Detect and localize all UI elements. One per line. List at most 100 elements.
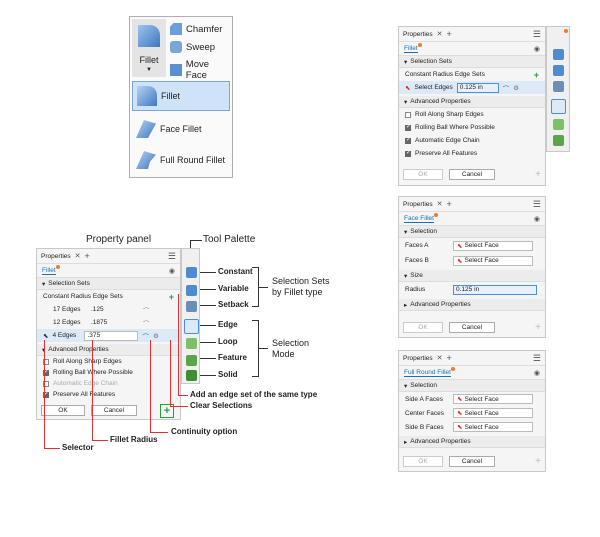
edge-set-value[interactable]: .125: [91, 306, 139, 313]
checkbox[interactable]: [405, 123, 411, 131]
close-icon[interactable]: ✕: [437, 200, 443, 208]
center-row[interactable]: Center Faces ⬉ Select Face: [399, 406, 545, 420]
constant-icon[interactable]: [553, 49, 564, 60]
side-a-row[interactable]: Side A Faces ⬉ Select Face: [399, 392, 545, 406]
apply-plus-icon[interactable]: +: [535, 322, 541, 333]
continuity-icon[interactable]: ⌒: [143, 318, 150, 328]
feature-mode-icon[interactable]: [553, 135, 564, 146]
loop-mode-icon[interactable]: [186, 338, 197, 349]
eye-icon[interactable]: ◉: [169, 267, 175, 275]
menu-item-face-fillet[interactable]: Face Fillet: [132, 116, 230, 142]
menu-icon[interactable]: ☰: [533, 29, 541, 39]
select-face-field[interactable]: ⬉ Select Face: [453, 394, 533, 404]
cancel-button[interactable]: Cancel: [449, 456, 495, 467]
cancel-button[interactable]: Cancel: [449, 322, 495, 333]
cancel-button[interactable]: Cancel: [91, 405, 137, 416]
fillet-ribbon-button[interactable]: Fillet ▼: [132, 19, 166, 77]
section-header-size[interactable]: ▾ Size: [399, 270, 545, 282]
command-tab[interactable]: Full Round Fillet ◉: [399, 366, 545, 380]
solid-mode-icon[interactable]: [186, 370, 197, 381]
section-header-selection[interactable]: ▾ Selection: [399, 226, 545, 238]
eye-icon[interactable]: ◉: [534, 45, 540, 53]
edge-set-value[interactable]: .1875: [91, 319, 139, 326]
add-set-icon[interactable]: +: [169, 292, 174, 302]
menu-icon[interactable]: ☰: [168, 251, 176, 261]
loop-mode-icon[interactable]: [553, 119, 564, 130]
ok-button[interactable]: OK: [403, 169, 443, 180]
chamfer-tool[interactable]: Chamfer: [170, 23, 222, 35]
add-tab-icon[interactable]: +: [85, 251, 90, 261]
menu-icon[interactable]: ☰: [533, 199, 541, 209]
select-face-field[interactable]: ⬉ Select Face: [453, 422, 533, 432]
checkbox-row[interactable]: Roll Along Sharp Edges: [399, 108, 545, 121]
selector-arrow-icon[interactable]: ⬉: [43, 332, 48, 340]
checkbox-row[interactable]: Rolling Ball Where Possible: [37, 367, 180, 378]
radius-field[interactable]: 0.125 in: [456, 82, 499, 93]
edge-set-row[interactable]: 17 Edges .125 ⌒: [37, 303, 180, 316]
close-icon[interactable]: ✕: [75, 252, 81, 260]
cancel-button[interactable]: Cancel: [449, 169, 495, 180]
command-tab[interactable]: Fillet ◉: [37, 264, 180, 278]
select-edges-row[interactable]: ⬉ Select Edges 0.125 in ⌒ ⚙: [399, 81, 545, 94]
section-header-selection-sets[interactable]: ▾ Selection Sets: [399, 56, 545, 68]
menu-icon[interactable]: ☰: [533, 353, 541, 363]
section-header-advanced[interactable]: ▾ Advanced Properties: [399, 96, 545, 108]
add-set-icon[interactable]: +: [534, 70, 539, 80]
feature-mode-icon[interactable]: [186, 355, 197, 366]
add-tab-icon[interactable]: +: [447, 29, 452, 39]
side-b-row[interactable]: Side B Faces ⬉ Select Face: [399, 420, 545, 434]
faces-a-row[interactable]: Faces A ⬉ Select Face: [399, 238, 545, 253]
select-face-field[interactable]: ⬉ Select Face: [453, 255, 533, 266]
continuity-icon[interactable]: ⌒: [142, 331, 149, 341]
variable-icon[interactable]: [186, 285, 197, 296]
checkbox-row[interactable]: Rolling Ball Where Possible: [399, 121, 545, 134]
edge-set-row-active[interactable]: ⬉ 4 Edges .375 ⌒ ⚙: [37, 329, 180, 342]
gear-icon[interactable]: ⚙: [153, 332, 159, 340]
checkbox-row[interactable]: Preserve All Features: [37, 389, 180, 400]
section-header-advanced[interactable]: ▸ Advanced Properties: [399, 299, 545, 311]
continuity-icon[interactable]: ⌒: [143, 305, 150, 315]
radius-field[interactable]: .375: [84, 330, 139, 341]
select-face-field[interactable]: ⬉ Select Face: [453, 240, 533, 251]
checkbox[interactable]: [405, 111, 411, 118]
checkbox-row[interactable]: Automatic Edge Chain: [399, 134, 545, 147]
select-face-field[interactable]: ⬉ Select Face: [453, 408, 533, 418]
menu-item-full-round-fillet[interactable]: Full Round Fillet: [132, 147, 230, 173]
edge-mode-icon[interactable]: [551, 99, 566, 114]
add-tab-icon[interactable]: +: [447, 199, 452, 209]
variable-icon[interactable]: [553, 65, 564, 76]
move-face-tool[interactable]: Move Face: [170, 59, 232, 81]
constant-icon[interactable]: [186, 267, 197, 278]
edge-set-row[interactable]: 12 Edges .1875 ⌒: [37, 316, 180, 329]
ok-button[interactable]: OK: [403, 456, 443, 467]
continuity-icon[interactable]: ⌒: [503, 83, 510, 93]
radius-row[interactable]: Radius 0.125 in: [399, 282, 545, 297]
menu-item-fillet[interactable]: Fillet: [132, 81, 230, 111]
radius-field[interactable]: 0.125 in: [453, 284, 537, 295]
checkbox-row[interactable]: Roll Along Sharp Edges: [37, 356, 180, 367]
add-tab-icon[interactable]: +: [447, 353, 452, 363]
command-tab[interactable]: Fillet ◉: [399, 42, 545, 56]
sweep-tool[interactable]: Sweep: [170, 41, 215, 53]
gear-icon[interactable]: ⚙: [513, 84, 519, 92]
edge-mode-icon[interactable]: [184, 319, 199, 334]
faces-b-row[interactable]: Faces B ⬉ Select Face: [399, 253, 545, 268]
checkbox-row[interactable]: Preserve All Features: [399, 147, 545, 160]
section-header-advanced[interactable]: ▸ Advanced Properties: [399, 436, 545, 448]
section-header-selection-sets[interactable]: ▾ Selection Sets: [37, 278, 180, 290]
close-icon[interactable]: ✕: [437, 354, 443, 362]
ok-button[interactable]: OK: [41, 405, 85, 416]
checkbox-row[interactable]: Automatic Edge Chain: [37, 378, 180, 389]
eye-icon[interactable]: ◉: [534, 215, 540, 223]
checkbox[interactable]: [405, 149, 411, 157]
section-header-selection[interactable]: ▾ Selection: [399, 380, 545, 392]
section-header-advanced[interactable]: ▾ Advanced Properties: [37, 344, 180, 356]
checkbox[interactable]: [405, 136, 411, 144]
apply-plus-icon[interactable]: +: [535, 169, 541, 180]
apply-plus-icon[interactable]: +: [535, 456, 541, 467]
close-icon[interactable]: ✕: [437, 30, 443, 38]
setback-icon[interactable]: [553, 81, 564, 92]
command-tab[interactable]: Face Fillet ◉: [399, 212, 545, 226]
setback-icon[interactable]: [186, 301, 197, 312]
ok-button[interactable]: OK: [403, 322, 443, 333]
